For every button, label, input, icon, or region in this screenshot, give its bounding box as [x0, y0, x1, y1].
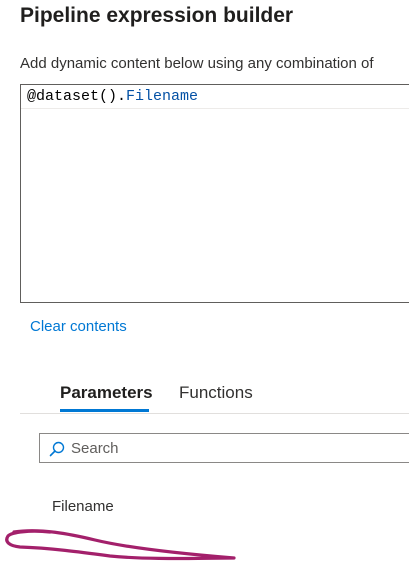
tab-functions[interactable]: Functions: [179, 383, 253, 403]
annotation-scribble: [5, 529, 236, 561]
expression-function-token: @dataset().: [27, 88, 127, 105]
editor-line[interactable]: @dataset().Filename: [21, 87, 409, 109]
search-input[interactable]: [71, 437, 409, 459]
search-icon: [49, 441, 65, 457]
instructions-text: Add dynamic content below using any comb…: [20, 55, 374, 72]
expression-editor[interactable]: @dataset().Filename: [20, 84, 409, 303]
parameter-item-filename[interactable]: Filename: [52, 498, 114, 515]
search-box[interactable]: [39, 433, 409, 463]
tab-parameters[interactable]: Parameters: [60, 383, 153, 403]
expression-builder-panel: Pipeline expression builder Add dynamic …: [0, 0, 409, 566]
tab-bar: Parameters Functions: [20, 379, 409, 414]
page-title: Pipeline expression builder: [20, 4, 294, 27]
active-tab-indicator: [60, 409, 149, 412]
clear-contents-link[interactable]: Clear contents: [30, 318, 127, 335]
expression-property-token: Filename: [126, 88, 199, 105]
